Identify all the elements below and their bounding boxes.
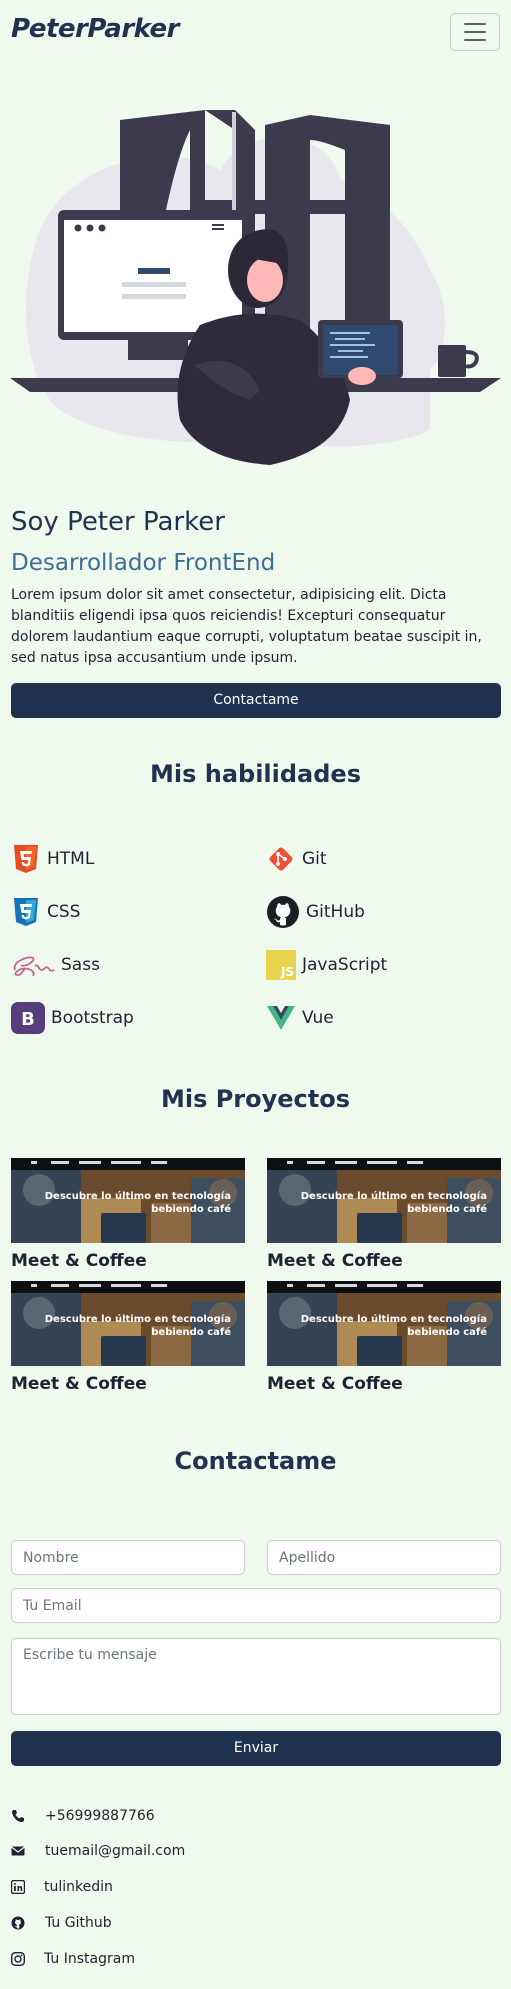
git-icon: [269, 847, 293, 871]
brand-logo[interactable]: PeterParker: [11, 14, 179, 44]
vue-icon: [267, 1006, 295, 1030]
project-thumbnail[interactable]: Descubre lo último en tecnología bebiendo…: [267, 1281, 501, 1366]
skill-git: Git: [266, 843, 327, 875]
skill-css: CSS: [11, 896, 80, 928]
skill-github: GitHub: [266, 896, 365, 928]
contact-cta-button[interactable]: Contactame: [11, 683, 501, 718]
svg-text:B: B: [21, 1009, 35, 1030]
phone-icon: [12, 1810, 24, 1822]
intro-section: Soy Peter Parker Desarrollador FrontEnd …: [11, 505, 501, 669]
skill-label: Git: [302, 849, 327, 869]
css3-icon: [14, 898, 38, 926]
project-thumbnail[interactable]: Descubre lo último en tecnología bebiendo…: [267, 1158, 501, 1243]
project-tagline: Descubre lo último en tecnología: [44, 1191, 231, 1202]
navbar: PeterParker: [0, 0, 511, 64]
envelope-icon: [11, 1846, 25, 1856]
instagram-row: Tu Instagram: [11, 1948, 135, 1970]
hero-description: Lorem ipsum dolor sit amet consectetur, …: [11, 587, 482, 666]
project-card[interactable]: Descubre lo último en tecnología bebiendo…: [267, 1281, 501, 1394]
project-tagline: Descubre lo último en tecnología: [300, 1314, 487, 1325]
bootstrap-icon: B: [11, 1002, 45, 1034]
email-row: tuemail@gmail.com: [11, 1840, 185, 1862]
phone-text[interactable]: +56999887766: [45, 1808, 155, 1824]
skill-label: JavaScript: [302, 955, 388, 975]
skill-vue: Vue: [266, 1002, 334, 1034]
skill-bootstrap: B Bootstrap: [11, 1002, 134, 1034]
linkedin-icon: [11, 1880, 25, 1894]
project-tagline: Descubre lo último en tecnología: [300, 1191, 487, 1202]
instagram-text[interactable]: Tu Instagram: [44, 1951, 135, 1967]
svg-text:JS: JS: [280, 965, 294, 979]
projects-title: Mis Proyectos: [160, 1085, 351, 1113]
skill-label: HTML: [47, 849, 95, 869]
hero-title: Soy Peter Parker: [11, 507, 225, 537]
skill-html: HTML: [11, 843, 94, 875]
email-text[interactable]: tuemail@gmail.com: [45, 1843, 185, 1859]
linkedin-row: tulinkedin: [11, 1876, 113, 1898]
project-title[interactable]: Meet & Coffee: [267, 1374, 501, 1394]
contact-title: Contactame: [174, 1447, 337, 1475]
project-card[interactable]: Descubre lo último en tecnología bebiendo…: [11, 1158, 245, 1271]
project-title[interactable]: Meet & Coffee: [11, 1374, 245, 1394]
message-field[interactable]: [11, 1638, 501, 1715]
sass-icon: [13, 956, 55, 977]
hamburger-icon: [464, 23, 486, 25]
instagram-icon: [11, 1952, 25, 1966]
project-tagline: Descubre lo último en tecnología: [44, 1314, 231, 1325]
email-field[interactable]: [11, 1588, 501, 1623]
skill-label: CSS: [47, 902, 81, 922]
skill-label: Sass: [61, 955, 100, 975]
phone-row: +56999887766: [11, 1805, 155, 1827]
project-card[interactable]: Descubre lo último en tecnología bebiendo…: [11, 1281, 245, 1394]
github-icon: [267, 896, 299, 928]
skill-javascript: JS JavaScript: [266, 949, 387, 981]
hero-illustration: [10, 110, 501, 465]
project-title[interactable]: Meet & Coffee: [267, 1251, 501, 1271]
project-card[interactable]: Descubre lo último en tecnología bebiendo…: [267, 1158, 501, 1271]
skill-label: Vue: [302, 1008, 334, 1028]
skill-label: GitHub: [306, 902, 365, 922]
hero-subtitle: Desarrollador FrontEnd: [11, 550, 276, 576]
project-thumbnail[interactable]: Descubre lo último en tecnología bebiendo…: [11, 1281, 245, 1366]
skill-sass: Sass: [11, 949, 100, 981]
project-title[interactable]: Meet & Coffee: [11, 1251, 245, 1271]
project-thumbnail[interactable]: Descubre lo último en tecnología bebiendo…: [11, 1158, 245, 1243]
linkedin-text[interactable]: tulinkedin: [44, 1879, 113, 1895]
html5-icon: [14, 845, 38, 873]
github-icon: [11, 1916, 25, 1930]
send-button[interactable]: Enviar: [11, 1731, 501, 1766]
skills-title: Mis habilidades: [149, 760, 361, 788]
github-text[interactable]: Tu Github: [45, 1915, 112, 1931]
last-name-field[interactable]: [267, 1540, 501, 1575]
github-row: Tu Github: [11, 1912, 112, 1934]
menu-toggle-button[interactable]: [450, 13, 500, 51]
skill-label: Bootstrap: [51, 1008, 134, 1028]
first-name-field[interactable]: [11, 1540, 245, 1575]
javascript-icon: JS: [266, 950, 296, 980]
